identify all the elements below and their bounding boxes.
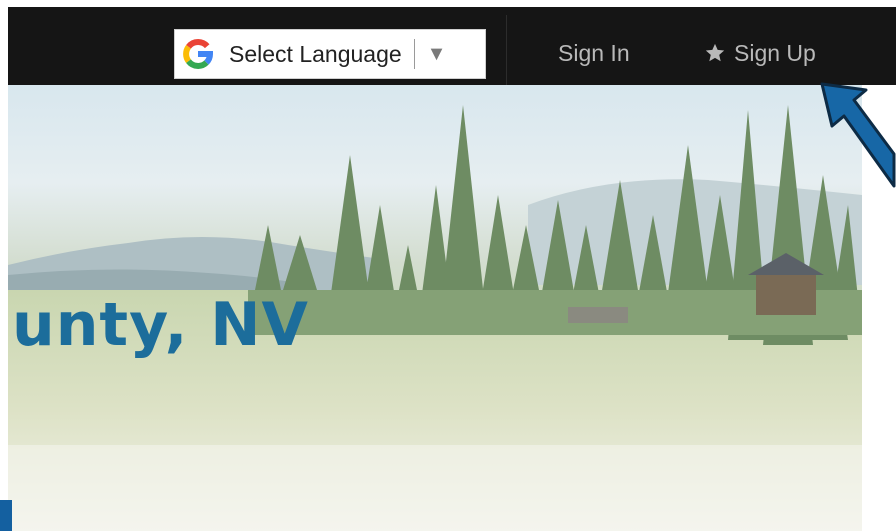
top-navigation-bar: Select Language ▼ Sign In Sign Up [8, 7, 896, 91]
nav-divider [506, 15, 507, 91]
hero-title: unty, NV [12, 290, 309, 360]
star-icon [705, 43, 725, 62]
sign-up-link[interactable]: Sign Up [704, 37, 816, 69]
sign-in-link[interactable]: Sign In [558, 37, 630, 69]
arrow-icon [820, 82, 896, 188]
google-g-icon [181, 37, 215, 71]
language-label: Select Language [229, 40, 402, 67]
language-separator [413, 39, 415, 69]
chevron-down-icon[interactable]: ▼ [427, 43, 447, 66]
language-selector[interactable]: Select Language ▼ [174, 29, 486, 79]
hero-banner: unty, NV [8, 85, 862, 531]
blue-corner-tab [0, 500, 12, 531]
sign-up-label: Sign Up [734, 40, 816, 66]
